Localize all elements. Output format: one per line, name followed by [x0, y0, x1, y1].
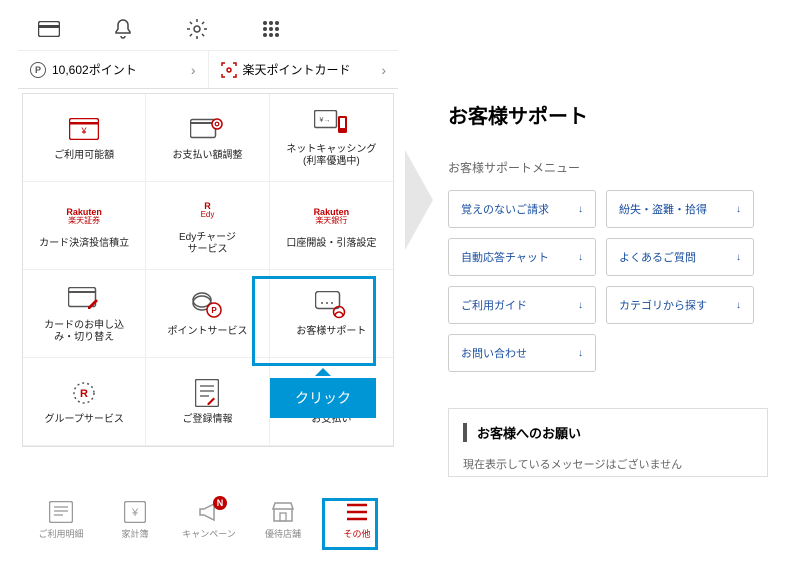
grid-label: カードのお申し込み・切り替え: [44, 320, 124, 344]
edy-icon: REdy: [201, 196, 215, 226]
callout-tooltip: クリック: [270, 378, 376, 418]
badge: N: [213, 496, 227, 510]
support-menu-item[interactable]: ご利用ガイド ↓: [448, 286, 596, 324]
rakuten-bank-icon: Rakuten楽天銀行: [314, 202, 350, 232]
grid-label: カード決済投信積立: [39, 238, 129, 250]
notice-title: お客様へのお願い: [463, 423, 753, 442]
support-title: お客様サポート: [448, 100, 768, 129]
card-icon[interactable]: [38, 18, 60, 40]
support-menu-item[interactable]: 覚えのないご請求 ↓: [448, 190, 596, 228]
point-card-cell[interactable]: 楽天ポイントカード ›: [209, 51, 399, 88]
grid-rakuten-bank[interactable]: Rakuten楽天銀行口座開設・引落設定: [270, 182, 393, 270]
list-icon: [49, 500, 73, 524]
chevron-down-icon: ↓: [736, 252, 741, 263]
grid-coin-p[interactable]: P ポイントサービス: [146, 270, 269, 358]
nav-mega[interactable]: N キャンペーン: [172, 500, 246, 540]
bell-icon[interactable]: [112, 18, 134, 40]
card-gear-icon: [190, 114, 224, 144]
point-card-label: 楽天ポイントカード: [243, 61, 351, 78]
card-yen-icon: ¥: [69, 114, 99, 144]
nav-shop[interactable]: 優待店舗: [246, 500, 320, 540]
support-subtitle: お客様サポートメニュー: [448, 159, 768, 176]
nav-label: 家計簿: [121, 527, 148, 540]
menu-item-label: 覚えのないご請求: [461, 201, 549, 217]
chevron-right-icon: ›: [381, 62, 386, 78]
nav-yen[interactable]: ¥ 家計簿: [98, 500, 172, 540]
grid-rakuten-sec[interactable]: Rakuten楽天証券カード決済投信積立: [23, 182, 146, 270]
menu-item-label: カテゴリから探す: [619, 297, 707, 313]
chevron-down-icon: ↓: [578, 300, 583, 311]
grid-card-yen[interactable]: ¥ ご利用可能額: [23, 94, 146, 182]
menu-item-label: お問い合わせ: [461, 345, 527, 361]
svg-text:¥→: ¥→: [320, 117, 331, 124]
card-pen-icon: [68, 284, 100, 314]
nav-label: その他: [343, 527, 370, 540]
grid-label: ネットキャッシング(利率優遇中): [286, 144, 376, 168]
group-r-icon: R: [69, 378, 99, 408]
arrow-icon: [405, 150, 433, 250]
shop-icon: [271, 500, 295, 524]
grid-label: ご登録情報: [182, 414, 232, 426]
support-icon: [315, 290, 347, 320]
grid-label: ご利用可能額: [54, 150, 114, 162]
notice-text: 現在表示しているメッセージはございません: [463, 456, 743, 472]
chevron-down-icon: ↓: [578, 348, 583, 359]
notice-box: お客様へのお願い 現在表示しているメッセージはございません: [448, 408, 768, 477]
cashing-icon: ¥→: [314, 108, 348, 138]
grid-group-r[interactable]: R グループサービス: [23, 358, 146, 446]
nav-list[interactable]: ご利用明細: [24, 500, 98, 540]
grid-label: お支払い額調整: [172, 150, 242, 162]
doc-icon: [195, 378, 219, 408]
chevron-down-icon: ↓: [736, 300, 741, 311]
menu-item-label: よくあるご質問: [619, 249, 696, 265]
support-menu: 覚えのないご請求↓紛失・盗難・拾得↓自動応答チャット↓よくあるご質問↓ご利用ガイ…: [448, 190, 768, 372]
support-menu-item[interactable]: 紛失・盗難・拾得 ↓: [606, 190, 754, 228]
p-icon: P: [30, 62, 46, 78]
chevron-down-icon: ↓: [578, 252, 583, 263]
svg-text:¥: ¥: [81, 126, 88, 136]
support-menu-item[interactable]: お問い合わせ ↓: [448, 334, 596, 372]
support-menu-item[interactable]: 自動応答チャット ↓: [448, 238, 596, 276]
grid-card-gear[interactable]: お支払い額調整: [146, 94, 269, 182]
grid-label: 口座開設・引落設定: [286, 238, 376, 250]
support-menu-item[interactable]: よくあるご質問 ↓: [606, 238, 754, 276]
grid-edy[interactable]: REdy Edyチャージサービス: [146, 182, 269, 270]
nav-label: 優待店舗: [265, 527, 301, 540]
menu-item-label: ご利用ガイド: [461, 297, 527, 313]
coin-p-icon: P: [192, 290, 222, 320]
points-text: 10,602ポイント: [52, 61, 137, 78]
menu-item-label: 紛失・盗難・拾得: [619, 201, 707, 217]
svg-text:¥: ¥: [131, 507, 139, 519]
grid-card-pen[interactable]: カードのお申し込み・切り替え: [23, 270, 146, 358]
points-cell[interactable]: P 10,602ポイント ›: [18, 51, 209, 88]
grid-label: ポイントサービス: [167, 326, 247, 338]
svg-text:P: P: [212, 306, 218, 315]
nav-label: キャンペーン: [182, 527, 236, 540]
yen-icon: ¥: [124, 500, 146, 524]
nav-menu[interactable]: その他: [320, 500, 394, 540]
apps-icon[interactable]: [260, 18, 282, 40]
grid-doc[interactable]: ご登録情報: [146, 358, 269, 446]
chevron-right-icon: ›: [191, 62, 196, 78]
grid-label: グループサービス: [44, 414, 123, 426]
grid-label: お客様サポート: [296, 326, 366, 338]
chevron-down-icon: ↓: [736, 204, 741, 215]
grid-cashing[interactable]: ¥→ ネットキャッシング(利率優遇中): [270, 94, 393, 182]
rakuten-sec-icon: Rakuten楽天証券: [66, 202, 102, 232]
menu-icon: [346, 500, 368, 524]
mega-icon: N: [197, 500, 221, 524]
bottom-nav: ご利用明細 ¥ 家計簿 N キャンペーン 優待店舗 その他: [24, 500, 394, 540]
grid-label: Edyチャージサービス: [179, 232, 236, 256]
support-menu-item[interactable]: カテゴリから探す ↓: [606, 286, 754, 324]
scan-icon: [221, 62, 237, 78]
grid-support[interactable]: お客様サポート: [270, 270, 393, 358]
top-icon-bar: [18, 8, 398, 51]
nav-label: ご利用明細: [38, 527, 83, 540]
gear-icon[interactable]: [186, 18, 208, 40]
svg-text:R: R: [80, 388, 88, 400]
chevron-down-icon: ↓: [578, 204, 583, 215]
menu-item-label: 自動応答チャット: [461, 249, 549, 265]
